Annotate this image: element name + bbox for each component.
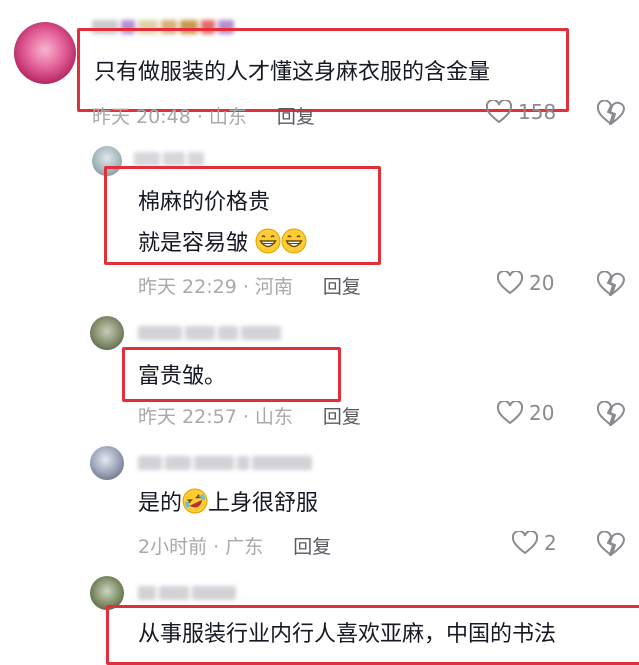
like-count: 2 <box>544 531 557 555</box>
dislike-button[interactable] <box>596 400 625 431</box>
like-count: 158 <box>518 100 557 124</box>
dislike-button[interactable] <box>596 270 625 301</box>
timestamp-location: 昨天 22:57 · 山东 <box>138 406 293 428</box>
timestamp-location: 昨天 20:48 · 山东 <box>92 106 247 128</box>
like-count: 20 <box>529 271 555 295</box>
like-button[interactable]: 2 <box>512 531 557 555</box>
username-blurred[interactable] <box>138 586 236 600</box>
reply-button[interactable]: 回复 <box>323 272 361 299</box>
avatar[interactable] <box>14 22 76 84</box>
highlight-box <box>106 605 639 665</box>
comment-meta: 昨天 22:57 · 山东 回复 <box>138 402 361 429</box>
like-button[interactable]: 20 <box>497 401 554 425</box>
comment-text-line: 上身很舒服 <box>208 491 319 516</box>
heart-outline-icon <box>497 401 523 425</box>
broken-heart-icon <box>596 99 625 125</box>
avatar[interactable] <box>90 446 124 480</box>
username-blurred[interactable] <box>138 326 281 340</box>
comment-text: 是的 上身很舒服 <box>138 488 318 519</box>
heart-outline-icon <box>512 531 538 555</box>
broken-heart-icon <box>596 530 625 556</box>
like-button[interactable]: 20 <box>497 271 554 295</box>
like-button[interactable]: 158 <box>486 100 556 124</box>
timestamp-location: 2小时前 · 广东 <box>138 536 264 558</box>
highlight-box <box>104 166 381 265</box>
dislike-button[interactable] <box>596 530 625 561</box>
comment-text-line: 是的 <box>138 491 183 516</box>
timestamp-location: 昨天 22:29 · 河南 <box>138 276 293 298</box>
heart-outline-icon <box>497 271 523 295</box>
username-blurred[interactable] <box>134 152 204 166</box>
comment-meta: 昨天 20:48 · 山东 回复 <box>92 102 315 129</box>
broken-heart-icon <box>596 400 625 426</box>
heart-outline-icon <box>486 100 512 124</box>
reply-button[interactable]: 回复 <box>293 532 331 559</box>
avatar[interactable] <box>90 316 124 350</box>
highlight-box <box>122 347 341 402</box>
reply-button[interactable]: 回复 <box>277 102 315 129</box>
broken-heart-icon <box>596 270 625 296</box>
comment-meta: 2小时前 · 广东 回复 <box>138 532 331 559</box>
comment-meta: 昨天 22:29 · 河南 回复 <box>138 272 361 299</box>
dislike-button[interactable] <box>596 99 625 130</box>
rolling-laughing-emoji <box>182 488 208 514</box>
username-blurred[interactable] <box>138 456 312 470</box>
like-count: 20 <box>529 401 555 425</box>
reply-button[interactable]: 回复 <box>323 402 361 429</box>
